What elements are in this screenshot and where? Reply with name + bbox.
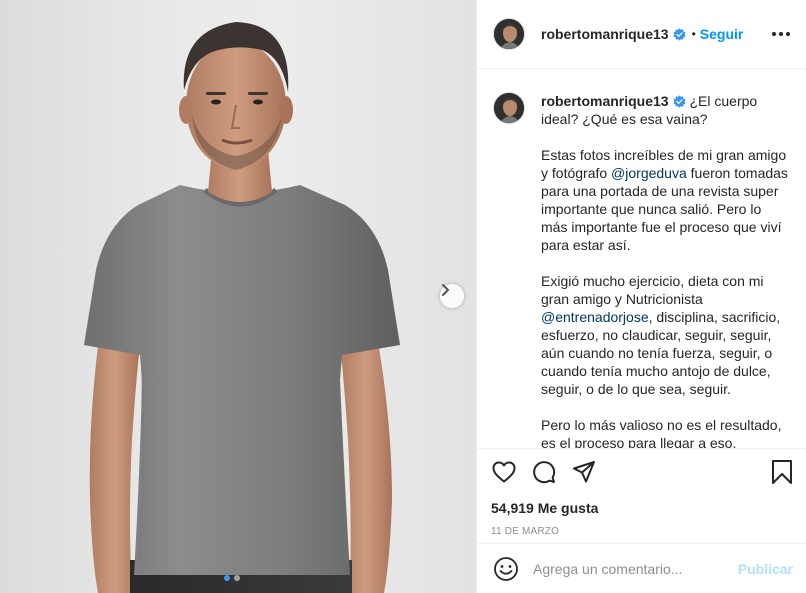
username-link[interactable]: robertomanrique13: [541, 26, 669, 42]
caption-text: robertomanrique13 ¿El cuerpo ideal? ¿Qué…: [541, 92, 789, 448]
post-photo[interactable]: [0, 0, 476, 593]
paper-plane-icon: [573, 461, 595, 483]
heart-icon: [492, 461, 516, 483]
comment-button[interactable]: [531, 459, 557, 485]
carousel-indicator: [224, 575, 240, 581]
smiley-icon[interactable]: [493, 556, 519, 582]
bookmark-icon: [772, 460, 792, 484]
post-date[interactable]: 11 DE MARZO: [491, 526, 795, 537]
photo-man-grey-tshirt: [84, 22, 400, 593]
caption: robertomanrique13 ¿El cuerpo ideal? ¿Qué…: [493, 92, 791, 448]
share-button[interactable]: [571, 459, 597, 485]
more-options-icon[interactable]: [772, 32, 790, 36]
post-header: robertomanrique13 • Seguir: [477, 0, 806, 69]
separator-dot: •: [691, 27, 696, 41]
chevron-right-icon: [442, 284, 450, 296]
likes-count[interactable]: 54,919 Me gusta: [491, 500, 795, 516]
next-slide-button[interactable]: [440, 284, 464, 308]
post-actions: 54,919 Me gusta 11 DE MARZO: [477, 448, 806, 544]
comment-input[interactable]: [533, 560, 738, 577]
carousel-dot: [234, 575, 240, 581]
caption-avatar[interactable]: [493, 92, 525, 124]
comment-form: Publicar: [477, 543, 806, 593]
post-side-panel: robertomanrique13 • Seguir robertomanriq…: [476, 0, 806, 593]
caption-text-segment: Exigió mucho ejercicio, dieta con mi gra…: [541, 273, 764, 307]
caption-paragraph: Exigió mucho ejercicio, dieta con mi gra…: [541, 272, 789, 398]
publish-button[interactable]: Publicar: [738, 561, 793, 577]
follow-button[interactable]: Seguir: [700, 26, 744, 42]
verified-badge-icon: [673, 95, 686, 108]
verified-badge-icon: [673, 27, 686, 41]
save-button[interactable]: [769, 459, 795, 485]
carousel-dot-active: [224, 575, 230, 581]
caption-scroll-area[interactable]: robertomanrique13 ¿El cuerpo ideal? ¿Qué…: [477, 70, 806, 448]
action-icons: [491, 459, 795, 485]
caption-paragraph: Estas fotos increíbles de mi gran amigo …: [541, 146, 789, 254]
avatar-image: [494, 93, 524, 123]
caption-username-link[interactable]: robertomanrique13: [541, 93, 669, 109]
like-button[interactable]: [491, 459, 517, 485]
mention-link[interactable]: @entrenadorjose: [541, 309, 649, 325]
avatar-image: [494, 19, 524, 49]
avatar[interactable]: [493, 18, 525, 50]
mention-link[interactable]: @jorgeduva: [611, 165, 687, 181]
caption-paragraph: Pero lo más valioso no es el resultado, …: [541, 417, 782, 448]
comment-bubble-icon: [533, 461, 556, 484]
